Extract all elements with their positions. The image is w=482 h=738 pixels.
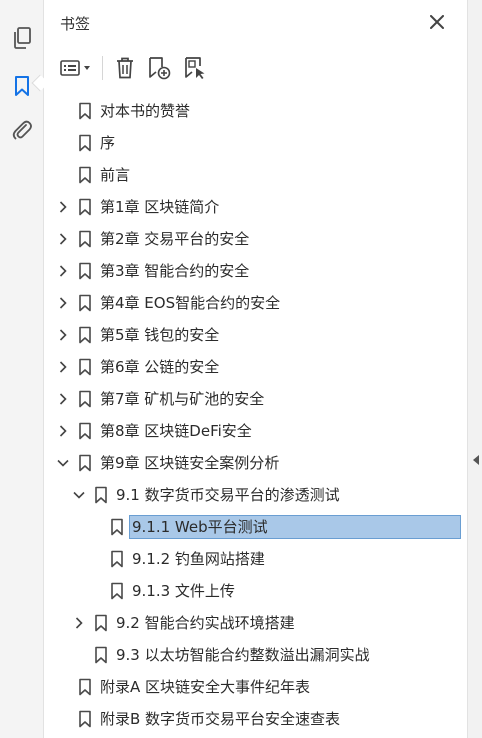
- new-bookmark-from-structure-icon[interactable]: [181, 54, 211, 82]
- options-menu-icon[interactable]: [58, 54, 94, 82]
- bookmark-icon: [78, 422, 92, 440]
- bookmark-label[interactable]: 第8章 区块链DeFi安全: [98, 420, 254, 442]
- bookmark-icon: [110, 582, 124, 600]
- bookmark-icon: [78, 134, 92, 152]
- chevron-right-icon[interactable]: [56, 296, 70, 310]
- bookmark-row[interactable]: 第9章 区块链安全案例分析: [44, 448, 468, 478]
- bookmark-row[interactable]: 前言: [44, 160, 468, 190]
- chevron-right-icon[interactable]: [56, 232, 70, 246]
- chevron-right-icon[interactable]: [72, 616, 86, 630]
- bookmark-icon: [110, 518, 124, 536]
- close-icon[interactable]: [427, 12, 447, 32]
- document-edge: [468, 0, 482, 738]
- chevron-right-icon[interactable]: [56, 360, 70, 374]
- bookmark-row[interactable]: 附录B 数字货币交易平台安全速查表: [44, 704, 468, 734]
- bookmark-icon: [78, 358, 92, 376]
- chevron-right-icon[interactable]: [56, 328, 70, 342]
- bookmark-label[interactable]: 第7章 矿机与矿池的安全: [98, 388, 266, 410]
- bookmark-label[interactable]: 9.1.2 钓鱼网站搭建: [130, 548, 267, 570]
- toolbar-divider: [102, 56, 103, 80]
- chevron-right-icon[interactable]: [56, 264, 70, 278]
- chevron-down-icon[interactable]: [72, 488, 86, 502]
- bookmark-row[interactable]: 序: [44, 128, 468, 158]
- chevron-down-icon[interactable]: [56, 456, 70, 470]
- panel-title: 书签: [60, 15, 91, 33]
- pages-icon[interactable]: [8, 24, 36, 52]
- bookmarks-panel: 书签 对本书的赞誉 序 前言 第1章 区块链简介 第2章 交易平台的安全 第3章…: [44, 0, 468, 738]
- bookmark-icon: [78, 454, 92, 472]
- bookmark-icon: [78, 390, 92, 408]
- side-rail: [0, 0, 44, 738]
- bookmark-row[interactable]: 9.1.3 文件上传: [44, 576, 468, 606]
- collapse-panel-icon[interactable]: [473, 455, 479, 465]
- bookmark-label[interactable]: 前言: [98, 164, 132, 186]
- bookmark-icon: [78, 166, 92, 184]
- bookmark-row[interactable]: 第3章 智能合约的安全: [44, 256, 468, 286]
- bookmark-icon: [78, 710, 92, 728]
- bookmark-label-selected[interactable]: 9.1.1 Web平台测试: [129, 515, 461, 539]
- bookmark-icon: [94, 646, 108, 664]
- delete-bookmark-icon[interactable]: [111, 54, 139, 82]
- bookmark-row[interactable]: 第1章 区块链简介: [44, 192, 468, 222]
- bookmark-row[interactable]: 第5章 钱包的安全: [44, 320, 468, 350]
- bookmark-label[interactable]: 第3章 智能合约的安全: [98, 260, 251, 282]
- bookmark-icon: [78, 678, 92, 696]
- bookmark-row[interactable]: 第4章 EOS智能合约的安全: [44, 288, 468, 318]
- chevron-right-icon[interactable]: [56, 392, 70, 406]
- bookmark-label[interactable]: 第6章 公链的安全: [98, 356, 221, 378]
- bookmark-icon: [94, 486, 108, 504]
- bookmark-label[interactable]: 9.3 以太坊智能合约整数溢出漏洞实战: [114, 644, 372, 666]
- bookmark-label[interactable]: 9.2 智能合约实战环境搭建: [114, 612, 297, 634]
- bookmark-icon: [78, 230, 92, 248]
- bookmark-label[interactable]: 第4章 EOS智能合约的安全: [98, 292, 282, 314]
- bookmark-label[interactable]: 对本书的赞誉: [98, 100, 192, 122]
- bookmark-icon: [78, 294, 92, 312]
- bookmark-row[interactable]: 对本书的赞誉: [44, 96, 468, 126]
- bookmark-row[interactable]: 第8章 区块链DeFi安全: [44, 416, 468, 446]
- bookmark-label[interactable]: 9.1 数字货币交易平台的渗透测试: [114, 484, 342, 506]
- bookmark-icon[interactable]: [8, 72, 36, 100]
- bookmark-icon: [94, 614, 108, 632]
- bookmark-row[interactable]: 附录A 区块链安全大事件纪年表: [44, 672, 468, 702]
- chevron-right-icon[interactable]: [56, 200, 70, 214]
- attachment-icon[interactable]: [8, 116, 36, 144]
- bookmark-label[interactable]: 序: [98, 132, 117, 154]
- chevron-right-icon[interactable]: [56, 424, 70, 438]
- bookmark-icon: [78, 102, 92, 120]
- bookmark-label[interactable]: 9.1.3 文件上传: [130, 580, 237, 602]
- bookmark-label[interactable]: 第2章 交易平台的安全: [98, 228, 251, 250]
- bookmark-label[interactable]: 附录A 区块链安全大事件纪年表: [98, 676, 312, 698]
- bookmark-row[interactable]: 9.1.2 钓鱼网站搭建: [44, 544, 468, 574]
- bookmark-row[interactable]: 9.3 以太坊智能合约整数溢出漏洞实战: [44, 640, 468, 670]
- bookmark-icon: [78, 198, 92, 216]
- bookmark-row[interactable]: 第2章 交易平台的安全: [44, 224, 468, 254]
- bookmark-label[interactable]: 第9章 区块链安全案例分析: [98, 452, 281, 474]
- new-bookmark-icon[interactable]: [145, 54, 175, 82]
- bookmarks-toolbar: [58, 50, 217, 86]
- bookmark-row[interactable]: 第7章 矿机与矿池的安全: [44, 384, 468, 414]
- bookmark-label[interactable]: 第1章 区块链简介: [98, 196, 221, 218]
- bookmark-row[interactable]: 9.2 智能合约实战环境搭建: [44, 608, 468, 638]
- bookmark-row[interactable]: 9.1 数字货币交易平台的渗透测试: [44, 480, 468, 510]
- bookmark-icon: [110, 550, 124, 568]
- bookmark-label[interactable]: 附录B 数字货币交易平台安全速查表: [98, 708, 342, 730]
- bookmark-icon: [78, 262, 92, 280]
- bookmark-row[interactable]: 9.1.1 Web平台测试: [44, 512, 468, 542]
- bookmark-row[interactable]: 第6章 公链的安全: [44, 352, 468, 382]
- bookmark-icon: [78, 326, 92, 344]
- bookmark-label[interactable]: 第5章 钱包的安全: [98, 324, 221, 346]
